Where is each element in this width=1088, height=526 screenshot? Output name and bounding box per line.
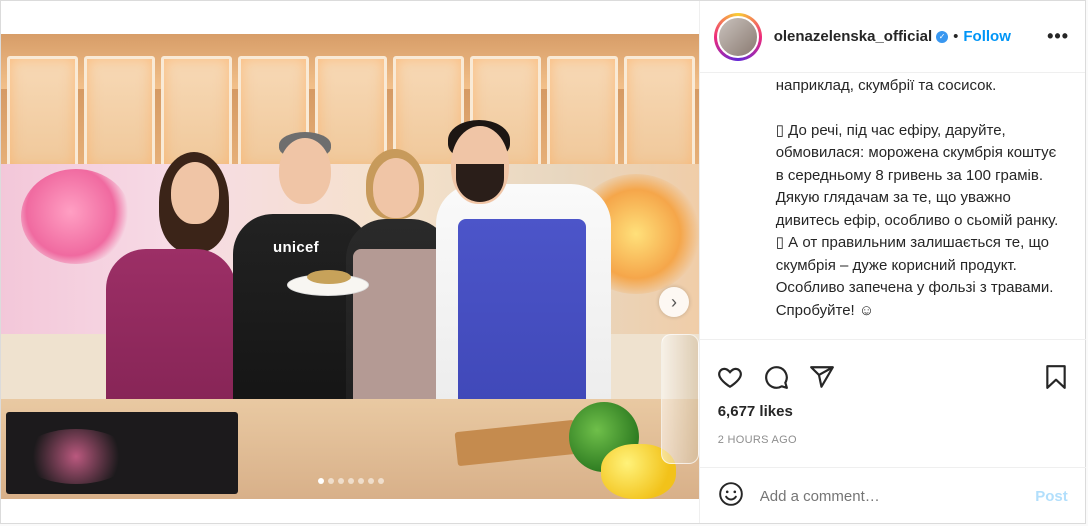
carousel-dot — [378, 478, 384, 484]
username-link[interactable]: olenazelenska_official — [774, 28, 932, 45]
separator: • — [953, 28, 959, 45]
likes-count[interactable]: 6,677 likes — [718, 403, 793, 420]
post-comment-button[interactable]: Post — [1035, 488, 1068, 505]
carousel-dot — [348, 478, 354, 484]
carousel-next-button[interactable]: › — [659, 287, 689, 317]
kitchen-cabinets — [1, 56, 699, 171]
caption-paragraph: ▯ До речі, під час ефіру, даруйте, обмов… — [775, 121, 1059, 319]
chevron-right-icon: › — [671, 291, 677, 312]
more-options-icon[interactable]: ••• — [1047, 26, 1069, 47]
post-actions — [699, 339, 1086, 399]
heart-icon[interactable] — [716, 363, 744, 391]
avatar-story-ring[interactable] — [713, 12, 762, 61]
post-header: olenazelenska_official ✓ • Follow ••• — [699, 1, 1085, 73]
bookmark-icon[interactable] — [1042, 363, 1070, 391]
verified-badge-icon: ✓ — [936, 30, 949, 43]
food — [307, 270, 351, 284]
carousel-dot — [358, 478, 364, 484]
glass-jar — [661, 334, 699, 464]
caption-paragraph: наприклад, скумбрії та сосисок. — [775, 77, 997, 94]
post-media: unicef › — [1, 1, 700, 523]
hoodie-logo-text: unicef — [273, 239, 319, 256]
comment-icon[interactable] — [762, 363, 790, 391]
post-side-panel: olenazelenska_official ✓ • Follow ••• на… — [699, 1, 1086, 525]
smiley-icon[interactable] — [718, 481, 744, 512]
wall-art-left — [21, 169, 131, 264]
comment-input[interactable] — [759, 488, 1036, 505]
post-dialog: unicef › olenazelenska_official ✓ • Foll… — [0, 0, 1086, 524]
post-caption: наприклад, скумбрії та сосисок. ▯ До речі… — [700, 73, 1086, 339]
post-photo[interactable]: unicef › — [1, 34, 699, 499]
comment-box: Post — [699, 467, 1086, 525]
send-icon[interactable] — [808, 363, 836, 391]
avatar[interactable] — [716, 15, 759, 58]
carousel-dot — [368, 478, 374, 484]
carousel-indicator — [1, 478, 699, 484]
post-timestamp[interactable]: 2 HOURS AGO — [718, 434, 797, 446]
cooktop-reflection — [21, 429, 131, 484]
carousel-dot — [328, 478, 334, 484]
follow-button[interactable]: Follow — [963, 28, 1011, 45]
carousel-dot — [338, 478, 344, 484]
carousel-dot — [318, 478, 324, 484]
